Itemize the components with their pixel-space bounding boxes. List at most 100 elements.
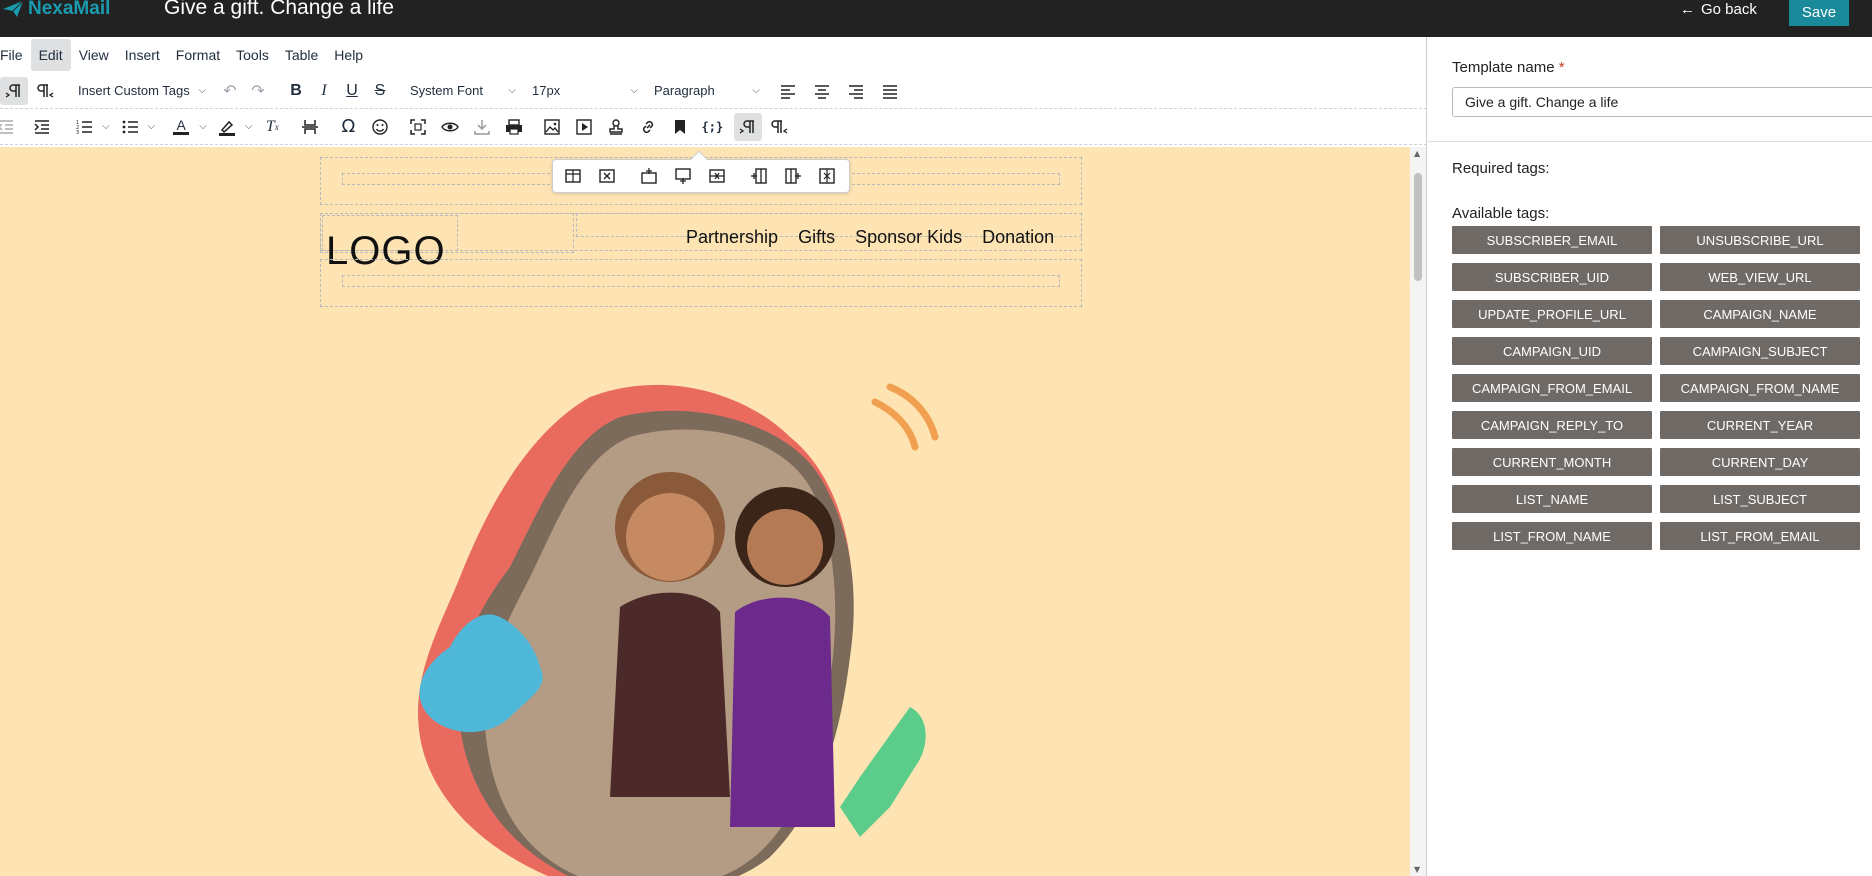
tag-campaign-reply-to[interactable]: CAMPAIGN_REPLY_TO xyxy=(1452,411,1652,439)
chevron-down-icon[interactable]: ⌵ xyxy=(245,121,253,132)
numbered-list-icon[interactable]: 123 xyxy=(70,113,98,141)
align-center-icon[interactable] xyxy=(808,77,836,105)
align-left-icon[interactable] xyxy=(774,77,802,105)
template-name-input[interactable] xyxy=(1452,87,1872,117)
nav-link-gifts[interactable]: Gifts xyxy=(798,227,835,248)
ltr-icon[interactable] xyxy=(734,112,763,141)
bookmark-icon[interactable] xyxy=(666,113,694,141)
preview-icon[interactable] xyxy=(436,113,464,141)
tag-subscriber-uid[interactable]: SUBSCRIBER_UID xyxy=(1452,263,1652,291)
tag-subscriber-email[interactable]: SUBSCRIBER_EMAIL xyxy=(1452,226,1652,254)
align-right-icon[interactable] xyxy=(842,77,870,105)
tag-unsubscribe-url[interactable]: UNSUBSCRIBE_URL xyxy=(1660,226,1860,254)
tag-current-day[interactable]: CURRENT_DAY xyxy=(1660,448,1860,476)
menu-view[interactable]: View xyxy=(71,39,117,71)
font-size-dropdown[interactable]: 17px ⌵ xyxy=(526,77,644,105)
special-char-icon[interactable]: Ω xyxy=(334,113,362,141)
outdent-icon[interactable] xyxy=(0,113,20,141)
code-icon[interactable]: {;} xyxy=(698,113,726,141)
page-title: Give a gift. Change a life xyxy=(164,0,394,19)
page-break-icon[interactable] xyxy=(296,113,324,141)
menu-file[interactable]: File xyxy=(0,39,31,71)
editor-canvas[interactable]: LOGO Partnership Gifts Sponsor Kids Dona… xyxy=(0,147,1410,876)
insert-col-before-icon[interactable] xyxy=(745,163,773,189)
undo-icon[interactable]: ↶ xyxy=(216,77,244,105)
nav-link-partnership[interactable]: Partnership xyxy=(686,227,778,248)
insert-row-after-icon[interactable] xyxy=(669,163,697,189)
rtl-icon[interactable] xyxy=(766,113,794,141)
insert-custom-tags-dropdown[interactable]: Insert Custom Tags ⌵ xyxy=(72,77,212,105)
panel-divider xyxy=(1428,141,1872,142)
tag-web-view-url[interactable]: WEB_VIEW_URL xyxy=(1660,263,1860,291)
link-icon[interactable] xyxy=(634,113,662,141)
delete-col-icon[interactable] xyxy=(813,163,841,189)
go-back-link[interactable]: ← Go back xyxy=(1680,0,1757,18)
nav-link-donation[interactable]: Donation xyxy=(982,227,1054,248)
inner-cell-spacer[interactable] xyxy=(342,275,1060,287)
tag-campaign-from-name[interactable]: CAMPAIGN_FROM_NAME xyxy=(1660,374,1860,402)
chevron-down-icon: ⌵ xyxy=(752,85,760,96)
block-format-value: Paragraph xyxy=(654,83,715,98)
image-icon[interactable] xyxy=(538,113,566,141)
menu-insert[interactable]: Insert xyxy=(117,39,168,71)
bullet-list-icon[interactable] xyxy=(116,113,144,141)
insert-col-after-icon[interactable] xyxy=(779,163,807,189)
scroll-down-icon[interactable]: ▼ xyxy=(1414,865,1420,874)
tag-current-month[interactable]: CURRENT_MONTH xyxy=(1452,448,1652,476)
menu-table[interactable]: Table xyxy=(277,39,326,71)
italic-button[interactable]: I xyxy=(310,77,338,105)
tag-campaign-from-email[interactable]: CAMPAIGN_FROM_EMAIL xyxy=(1452,374,1652,402)
redo-icon[interactable]: ↷ xyxy=(244,77,272,105)
highlight-color-icon[interactable] xyxy=(213,113,241,141)
menu-help[interactable]: Help xyxy=(326,39,371,71)
underline-button[interactable]: U xyxy=(338,77,366,105)
tag-list-name[interactable]: LIST_NAME xyxy=(1452,485,1652,513)
chevron-down-icon: ⌵ xyxy=(198,85,206,96)
tag-campaign-uid[interactable]: CAMPAIGN_UID xyxy=(1452,337,1652,365)
nav-links: Partnership Gifts Sponsor Kids Donation xyxy=(686,227,1054,248)
tag-list-from-email[interactable]: LIST_FROM_EMAIL xyxy=(1660,522,1860,550)
tag-update-profile-url[interactable]: UPDATE_PROFILE_URL xyxy=(1452,300,1652,328)
tag-campaign-subject[interactable]: CAMPAIGN_SUBJECT xyxy=(1660,337,1860,365)
text-color-icon[interactable]: A xyxy=(167,113,195,141)
chevron-down-icon[interactable]: ⌵ xyxy=(148,121,156,132)
font-family-dropdown[interactable]: System Font ⌵ xyxy=(404,77,522,105)
delete-row-icon[interactable] xyxy=(703,163,731,189)
table-properties-icon[interactable] xyxy=(559,163,587,189)
download-icon[interactable] xyxy=(468,113,496,141)
go-back-label: Go back xyxy=(1701,0,1757,18)
stamp-icon[interactable] xyxy=(602,113,630,141)
paper-plane-icon xyxy=(3,0,24,17)
block-format-dropdown[interactable]: Paragraph ⌵ xyxy=(648,77,766,105)
tag-list-subject[interactable]: LIST_SUBJECT xyxy=(1660,485,1860,513)
bold-button[interactable]: B xyxy=(282,77,310,105)
menu-format[interactable]: Format xyxy=(168,39,228,71)
print-icon[interactable] xyxy=(500,113,528,141)
menu-tools[interactable]: Tools xyxy=(228,39,277,71)
emoji-icon[interactable] xyxy=(366,113,394,141)
rtl-icon[interactable] xyxy=(32,77,60,105)
chevron-down-icon[interactable]: ⌵ xyxy=(199,121,207,132)
scroll-up-icon[interactable]: ▲ xyxy=(1414,149,1420,158)
delete-table-icon[interactable] xyxy=(593,163,621,189)
tag-list-from-name[interactable]: LIST_FROM_NAME xyxy=(1452,522,1652,550)
rich-text-editor: File Edit View Insert Format Tools Table… xyxy=(0,37,1427,876)
media-icon[interactable] xyxy=(570,113,598,141)
save-button[interactable]: Save xyxy=(1789,0,1849,26)
indent-icon[interactable] xyxy=(28,113,56,141)
fullscreen-icon[interactable] xyxy=(404,113,432,141)
clear-format-icon[interactable]: Tx xyxy=(258,113,286,141)
insert-row-before-icon[interactable] xyxy=(635,163,663,189)
canvas-scrollbar[interactable]: ▲ ▼ xyxy=(1410,147,1426,876)
strikethrough-button[interactable]: S xyxy=(366,77,394,105)
tag-campaign-name[interactable]: CAMPAIGN_NAME xyxy=(1660,300,1860,328)
chevron-down-icon[interactable]: ⌵ xyxy=(102,121,110,132)
align-justify-icon[interactable] xyxy=(876,77,904,105)
hero-image[interactable] xyxy=(370,377,1030,876)
tag-current-year[interactable]: CURRENT_YEAR xyxy=(1660,411,1860,439)
nav-link-sponsor-kids[interactable]: Sponsor Kids xyxy=(855,227,962,248)
scroll-thumb[interactable] xyxy=(1414,173,1422,281)
ltr-icon[interactable] xyxy=(0,76,28,105)
menu-edit[interactable]: Edit xyxy=(30,39,71,71)
brand-logo[interactable]: NexaMail xyxy=(2,0,110,20)
